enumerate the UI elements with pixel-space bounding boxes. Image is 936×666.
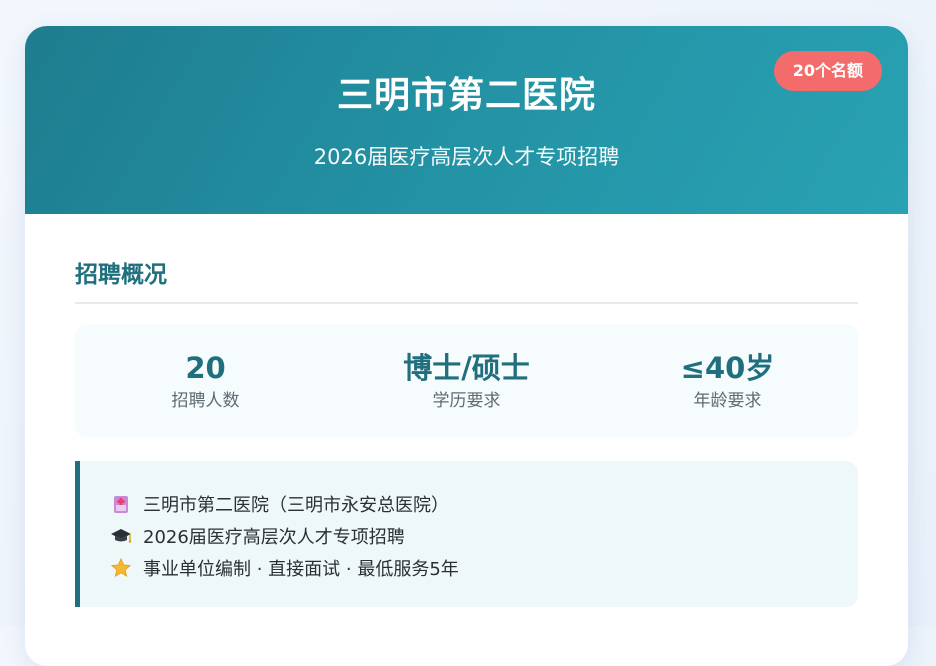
star-icon — [110, 557, 132, 579]
card-header: 20个名额 三明市第二医院 2026届医疗高层次人才专项招聘 — [25, 26, 908, 214]
section-title: 招聘概况 — [75, 258, 858, 304]
info-line-hospital: 三明市第二医院（三明市永安总医院） — [110, 488, 858, 520]
graduation-cap-icon — [110, 525, 132, 547]
info-box: 三明市第二医院（三明市永安总医院） 2026届医疗高层次人才专项招聘 事业单位编… — [75, 461, 858, 607]
stat-headcount: 20 招聘人数 — [76, 350, 336, 412]
stats-panel: 20 招聘人数 博士/硕士 学历要求 ≤40岁 年龄要求 — [75, 324, 858, 437]
info-line-recruitment: 2026届医疗高层次人才专项招聘 — [110, 520, 858, 552]
info-line-benefits: 事业单位编制 · 直接面试 · 最低服务5年 — [110, 552, 858, 584]
stat-value: 20 — [185, 350, 226, 385]
card-body: 招聘概况 20 招聘人数 博士/硕士 学历要求 ≤40岁 年龄要求 三明市第二医… — [25, 258, 908, 607]
stat-education: 博士/硕士 学历要求 — [337, 350, 597, 412]
info-text: 三明市第二医院（三明市永安总医院） — [143, 495, 449, 516]
recruitment-subtitle: 2026届医疗高层次人才专项招聘 — [313, 145, 620, 169]
recruitment-card: 20个名额 三明市第二医院 2026届医疗高层次人才专项招聘 招聘概况 20 招… — [25, 26, 908, 666]
hospital-icon — [110, 493, 132, 515]
stat-value: 博士/硕士 — [403, 350, 530, 385]
hospital-title: 三明市第二医院 — [336, 75, 596, 116]
stat-value: ≤40岁 — [680, 350, 775, 385]
stat-label: 年龄要求 — [693, 390, 762, 411]
stat-label: 招聘人数 — [171, 390, 240, 411]
info-text: 2026届医疗高层次人才专项招聘 — [143, 527, 405, 548]
stat-label: 学历要求 — [432, 390, 501, 411]
stat-age: ≤40岁 年龄要求 — [598, 350, 858, 412]
info-text: 事业单位编制 · 直接面试 · 最低服务5年 — [143, 559, 459, 580]
